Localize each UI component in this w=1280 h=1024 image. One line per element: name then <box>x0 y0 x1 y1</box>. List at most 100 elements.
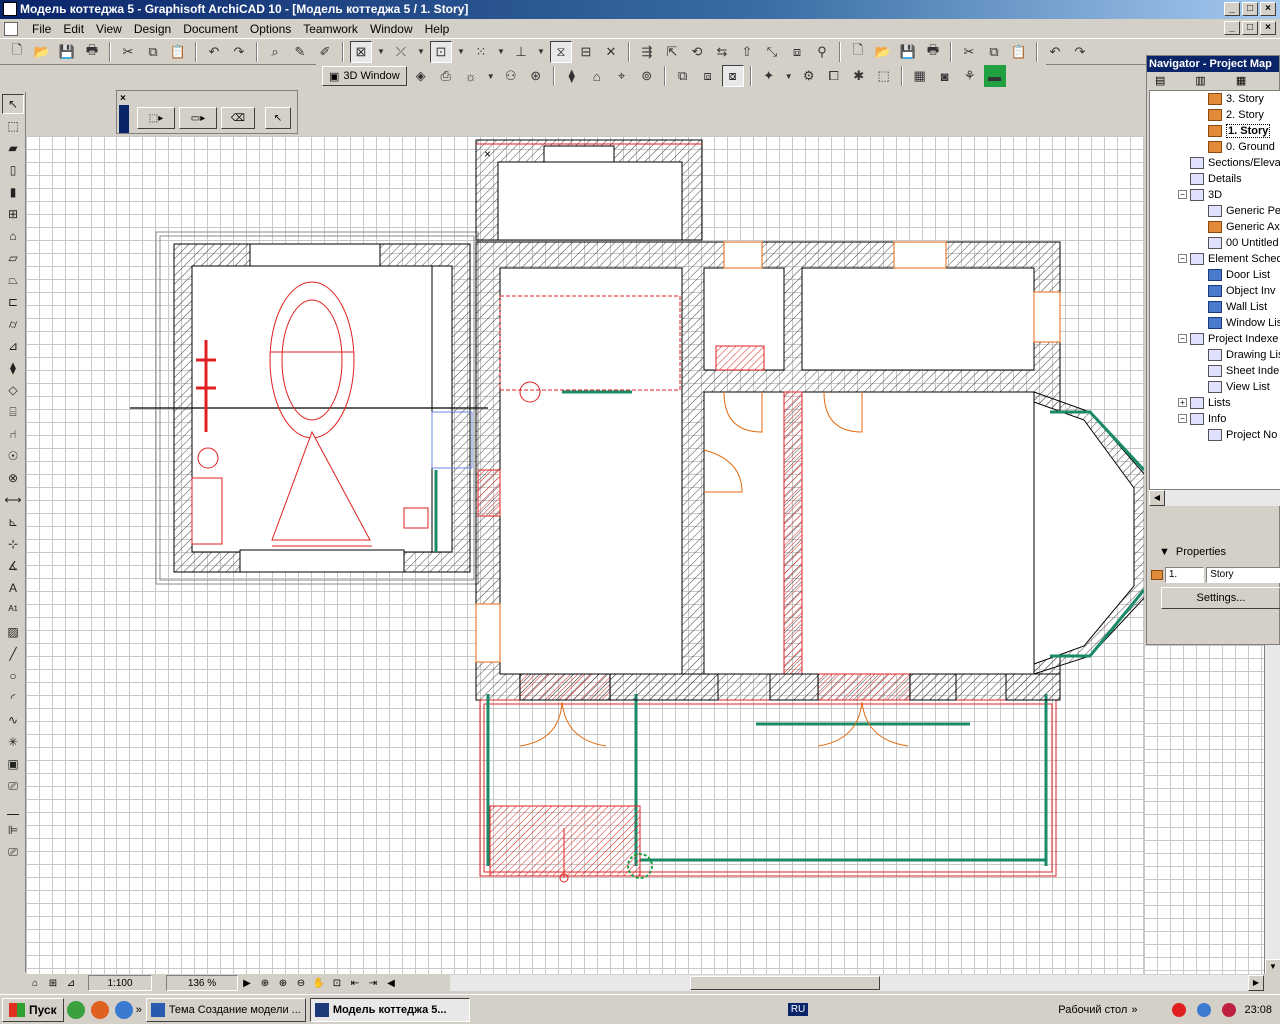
house-icon[interactable]: ⌂ <box>586 65 608 87</box>
document-icon[interactable] <box>4 21 18 36</box>
mesh-tool-icon[interactable]: ⧫ <box>2 358 24 378</box>
stair-tool-icon[interactable]: ⊿ <box>2 336 24 356</box>
menu-file[interactable]: File <box>26 22 57 36</box>
column-tool-icon[interactable]: ▯ <box>2 160 24 180</box>
rotate-icon[interactable]: ⟲ <box>686 41 708 63</box>
chair-tool-icon[interactable]: ⑁ <box>2 424 24 444</box>
project-map-tab-icon[interactable]: ▤ <box>1155 74 1165 90</box>
scroll-right-icon[interactable]: ▶ <box>1248 975 1264 991</box>
tree-item-sheet-index[interactable]: Sheet Inde <box>1208 363 1279 379</box>
beam-tool-icon[interactable]: ⊏ <box>2 292 24 312</box>
antivirus-icon[interactable] <box>1172 1003 1187 1017</box>
print-icon[interactable]: 🖶 <box>81 41 103 63</box>
minimize-button[interactable]: _ <box>1224 2 1240 16</box>
3d-window-button[interactable]: ▣ 3D Window <box>322 66 407 86</box>
object-tool-icon[interactable]: ⌸ <box>2 402 24 422</box>
grid-snap-icon[interactable]: ⊡ <box>430 40 452 63</box>
settings-icon[interactable]: ⚙ <box>798 65 820 87</box>
slab-tool-icon[interactable]: ▱ <box>2 248 24 268</box>
desktop-toolbar-label[interactable]: Рабочий стол <box>1058 1004 1127 1016</box>
horizontal-scroll-thumb[interactable] <box>690 976 880 990</box>
undo-icon[interactable]: ↶ <box>1044 41 1066 63</box>
scale-field[interactable]: 1:100 <box>88 975 152 991</box>
doc-restore-button[interactable]: □ <box>1242 21 1258 35</box>
quicklaunch-chevron[interactable]: » <box>136 1004 142 1016</box>
tree-item-untitled[interactable]: 00 Untitled <box>1208 235 1279 251</box>
pan-hand-icon[interactable]: ✋ <box>310 975 328 991</box>
cylinder-tool-icon[interactable]: ⌭ <box>2 314 24 334</box>
close-button[interactable]: × <box>1260 2 1276 16</box>
zone-tool-icon[interactable]: ⊗ <box>2 468 24 488</box>
offset-icon[interactable]: ⧈ <box>786 41 808 63</box>
zoom-field[interactable]: 136 % <box>166 975 238 991</box>
image-icon[interactable]: ▦ <box>909 65 931 87</box>
arc-tool-icon[interactable]: ◜ <box>2 688 24 708</box>
tree-item-generic-axonometry[interactable]: Generic Ax <box>1208 219 1280 235</box>
layer2-icon[interactable]: ⧈ <box>697 65 719 87</box>
tree-item-2-story[interactable]: 2. Story <box>1208 107 1264 123</box>
fit-window-icon[interactable]: ⊡ <box>328 975 346 991</box>
story-name-field[interactable]: Story <box>1206 567 1280 583</box>
tree-item-1-story[interactable]: 1. Story <box>1208 123 1271 139</box>
layout-view-icon[interactable]: ⌂ <box>26 975 44 991</box>
taskbar-item-word[interactable]: Тема Создание модели ... <box>145 997 306 1022</box>
quicklaunch-icon[interactable] <box>66 1000 85 1019</box>
cut-icon[interactable]: ✂ <box>117 41 139 63</box>
tools-icon[interactable]: ✱ <box>848 65 870 87</box>
dropdown-arrow-icon[interactable]: ▼ <box>495 41 507 63</box>
tree-item-sections[interactable]: Sections/Eleva <box>1190 155 1280 171</box>
undo-icon[interactable]: ↶ <box>203 41 225 63</box>
arrow-tool-icon[interactable]: ↖ <box>2 94 24 114</box>
graph-icon[interactable]: ⊿ <box>62 975 80 991</box>
save-icon[interactable]: 💾 <box>56 41 78 63</box>
zoom-arrow-icon[interactable]: ▶ <box>238 975 256 991</box>
snap-icon[interactable]: ⤫ <box>390 41 412 63</box>
open-layout-icon[interactable]: 📂 <box>872 41 894 63</box>
canvas-left-strip[interactable] <box>26 136 116 974</box>
dropdown-arrow-icon[interactable]: ▼ <box>375 41 387 63</box>
spline-tool-icon[interactable]: ∿ <box>2 710 24 730</box>
zoom-in-area-icon[interactable]: ⊕ <box>256 975 274 991</box>
gravity-icon[interactable]: ⊠ <box>350 40 372 63</box>
dropdown-arrow-icon[interactable]: ▼ <box>455 41 467 63</box>
find-select-icon[interactable]: ⌕ <box>264 41 286 63</box>
copy-icon[interactable]: ⧉ <box>983 41 1005 63</box>
menu-teamwork[interactable]: Teamwork <box>297 22 364 36</box>
tree-item-wall-list[interactable]: Wall List <box>1208 299 1267 315</box>
door-tool-icon[interactable]: ▮ <box>2 182 24 202</box>
doc-minimize-button[interactable]: _ <box>1224 21 1240 35</box>
archicad-app-icon[interactable] <box>3 2 17 16</box>
photo-icon[interactable]: ◙ <box>934 65 956 87</box>
radial-dim-tool-icon[interactable]: ⊹ <box>2 534 24 554</box>
magic-wand-icon[interactable]: ⚲ <box>811 41 833 63</box>
label-tool-icon[interactable]: ᴬ¹ <box>2 600 24 620</box>
zoom-out-icon[interactable]: ⊖ <box>292 975 310 991</box>
close-icon[interactable]: × <box>120 93 126 104</box>
sun-position-icon[interactable]: ☼ <box>460 65 482 87</box>
menu-options[interactable]: Options <box>244 22 297 36</box>
tree-item-drawing-list[interactable]: Drawing Lis <box>1208 347 1280 363</box>
tree-item-3-story[interactable]: 3. Story <box>1208 91 1264 107</box>
menu-edit[interactable]: Edit <box>57 22 90 36</box>
drawing-tool-icon[interactable]: ⎚ <box>2 776 24 796</box>
3d-cube-icon[interactable]: ◈ <box>410 65 432 87</box>
tree-item-details[interactable]: Details <box>1190 171 1242 187</box>
tree-item-view-list[interactable]: View List <box>1208 379 1270 395</box>
tree-item-0-ground[interactable]: 0. Ground <box>1208 139 1275 155</box>
expand-icon[interactable]: + <box>1178 398 1187 407</box>
suspend-groups-icon[interactable]: ⧖ <box>550 40 572 63</box>
new-layout-icon[interactable]: 🗋 <box>847 41 869 63</box>
maximize-button[interactable]: □ <box>1242 2 1258 16</box>
tree-item-3d[interactable]: −3D <box>1178 187 1222 203</box>
angle-dim-tool-icon[interactable]: ∡ <box>2 556 24 576</box>
mirror-icon[interactable]: ⇆ <box>711 41 733 63</box>
redo-icon[interactable]: ↷ <box>1069 41 1091 63</box>
print-layout-icon[interactable]: 🖶 <box>922 41 944 63</box>
dropdown-arrow-icon[interactable]: ▼ <box>783 65 795 87</box>
level-dim-tool-icon[interactable]: ⊾ <box>2 512 24 532</box>
doc-close-button[interactable]: × <box>1260 21 1276 35</box>
previous-zoom-icon[interactable]: ⇤ <box>346 975 364 991</box>
menu-window[interactable]: Window <box>364 22 419 36</box>
marquee-shape-button[interactable]: ▭▸ <box>179 107 217 129</box>
dropdown-arrow-icon[interactable]: ▼ <box>535 41 547 63</box>
